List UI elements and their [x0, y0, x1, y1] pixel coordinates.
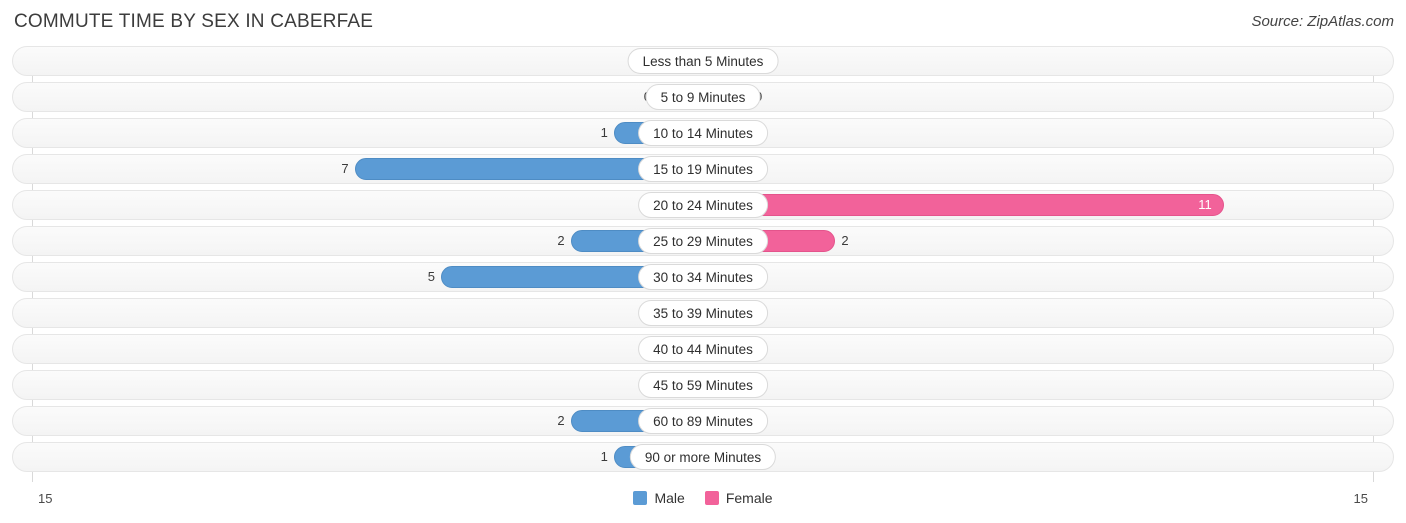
value-label-female: 11 [1198, 197, 1212, 212]
bar-track: 00Less than 5 Minutes [13, 47, 1393, 75]
category-label-pill: 90 or more Minutes [629, 444, 777, 470]
chart-legend: Male Female [0, 490, 1406, 506]
bar-track: 0040 to 44 Minutes [13, 335, 1393, 363]
category-label-pill: 60 to 89 Minutes [638, 408, 768, 434]
bar-row[interactable]: 005 to 9 Minutes [12, 82, 1394, 112]
bar-row[interactable]: 01120 to 24 Minutes [12, 190, 1394, 220]
bar-rows-container: 00Less than 5 Minutes 005 to 9 Minutes 101… [0, 46, 1406, 478]
bar-track: 7015 to 19 Minutes [13, 155, 1393, 183]
chart-page: COMMUTE TIME BY SEX IN CABERFAE Source: … [0, 0, 1406, 523]
bar-track: 0045 to 59 Minutes [13, 371, 1393, 399]
legend-label-male: Male [654, 490, 685, 506]
bar-track: 01120 to 24 Minutes [13, 191, 1393, 219]
legend-swatch-male-icon [633, 491, 648, 505]
bar-track: 005 to 9 Minutes [13, 83, 1393, 111]
bar-track: 1010 to 14 Minutes [13, 119, 1393, 147]
value-label-male: 1 [600, 449, 608, 464]
bar-female[interactable] [704, 194, 1225, 216]
value-label-male: 1 [600, 125, 608, 140]
category-label-pill: 5 to 9 Minutes [645, 84, 761, 110]
bar-row[interactable]: 5030 to 34 Minutes [12, 262, 1394, 292]
legend-label-female: Female [725, 490, 773, 506]
bar-track: 2060 to 89 Minutes [13, 407, 1393, 435]
category-label-pill: 20 to 24 Minutes [638, 192, 768, 218]
page-title: COMMUTE TIME BY SEX IN CABERFAE [14, 11, 374, 32]
bar-row[interactable]: 0035 to 39 Minutes [12, 298, 1394, 328]
legend-item-female[interactable]: Female [704, 490, 773, 506]
bar-track: 0035 to 39 Minutes [13, 299, 1393, 327]
value-label-female: 2 [841, 233, 849, 248]
bar-row[interactable]: 00Less than 5 Minutes [12, 46, 1394, 76]
bar-row[interactable]: 7015 to 19 Minutes [12, 154, 1394, 184]
category-label-pill: 40 to 44 Minutes [638, 336, 768, 362]
category-label-pill: Less than 5 Minutes [627, 48, 779, 74]
bar-row[interactable]: 0040 to 44 Minutes [12, 334, 1394, 364]
bar-row[interactable]: 2 2 25 to 29 Minutes [12, 226, 1394, 256]
bar-row[interactable]: 1010 to 14 Minutes [12, 118, 1394, 148]
chart-footer: 15 15 Male Female [0, 486, 1406, 523]
source-attribution: Source: ZipAtlas.com [1251, 13, 1394, 30]
bar-row[interactable]: 1090 or more Minutes [12, 442, 1394, 472]
category-label-pill: 25 to 29 Minutes [638, 228, 768, 254]
category-label-pill: 45 to 59 Minutes [638, 372, 768, 398]
bar-track: 5030 to 34 Minutes [13, 263, 1393, 291]
category-label-pill: 35 to 39 Minutes [638, 300, 768, 326]
chart-plot-area: 00Less than 5 Minutes 005 to 9 Minutes 101… [0, 46, 1406, 486]
category-label-pill: 30 to 34 Minutes [638, 264, 768, 290]
value-label-male: 5 [427, 269, 435, 284]
bar-track: 1090 or more Minutes [13, 443, 1393, 471]
bar-track: 2 2 25 to 29 Minutes [13, 227, 1393, 255]
category-label-pill: 15 to 19 Minutes [638, 156, 768, 182]
category-label-pill: 10 to 14 Minutes [638, 120, 768, 146]
chart-header: COMMUTE TIME BY SEX IN CABERFAE Source: … [0, 0, 1406, 46]
value-label-male: 2 [557, 233, 565, 248]
value-label-male: 2 [557, 413, 565, 428]
legend-swatch-female-icon [704, 491, 719, 505]
bar-row[interactable]: 0045 to 59 Minutes [12, 370, 1394, 400]
value-label-male: 7 [341, 161, 349, 176]
bar-row[interactable]: 2060 to 89 Minutes [12, 406, 1394, 436]
legend-item-male[interactable]: Male [633, 490, 685, 506]
